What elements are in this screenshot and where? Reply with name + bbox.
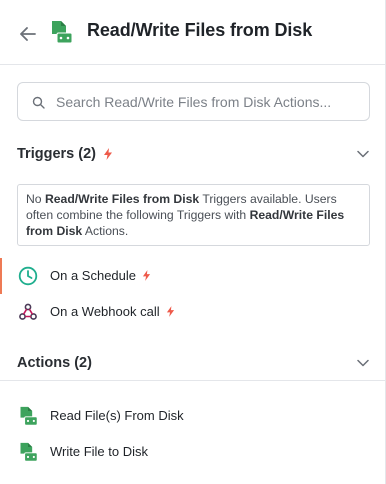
notice-text: Actions.: [82, 224, 129, 238]
bolt-icon: [166, 306, 174, 317]
disk-file-icon: [20, 442, 38, 462]
trigger-item-label: On a Webhook call: [50, 304, 175, 319]
action-item-write-file[interactable]: Write File to Disk: [0, 434, 385, 470]
back-button[interactable]: [17, 23, 39, 45]
actions-section-label: Actions (2): [17, 355, 92, 371]
trigger-item-label: On a Schedule: [50, 268, 151, 283]
search-box[interactable]: [17, 82, 370, 121]
search-icon: [32, 96, 45, 109]
bolt-icon: [104, 148, 112, 160]
actions-section-header[interactable]: Actions (2): [0, 345, 386, 381]
disk-file-icon: [20, 406, 38, 426]
trigger-item-schedule[interactable]: On a Schedule: [0, 258, 385, 294]
action-item-read-files[interactable]: Read File(s) From Disk: [0, 398, 385, 434]
notice-text: No: [26, 192, 45, 206]
action-item-label: Write File to Disk: [50, 444, 148, 459]
panel-header: Read/Write Files from Disk: [0, 0, 386, 65]
disk-file-icon: [52, 21, 72, 44]
bolt-icon: [142, 270, 151, 281]
chevron-down-icon[interactable]: [357, 150, 369, 158]
trigger-item-webhook[interactable]: On a Webhook call: [0, 294, 385, 330]
page-title: Read/Write Files from Disk: [87, 20, 313, 40]
chevron-down-icon[interactable]: [357, 359, 369, 367]
active-marker: [0, 258, 2, 294]
action-item-label: Read File(s) From Disk: [50, 408, 184, 423]
section-divider: [0, 380, 386, 381]
triggers-section-header[interactable]: Triggers (2): [0, 136, 386, 172]
arrow-left-icon: [20, 27, 36, 41]
clock-icon: [18, 266, 38, 286]
no-triggers-notice: No Read/Write Files from Disk Triggers a…: [17, 184, 370, 246]
webhook-icon: [19, 303, 37, 320]
triggers-section-label: Triggers (2): [17, 146, 96, 162]
node-creator-panel: Read/Write Files from Disk Triggers (2) …: [0, 0, 386, 484]
notice-app-name: Read/Write Files from Disk: [44, 192, 200, 206]
search-input[interactable]: [56, 91, 361, 113]
